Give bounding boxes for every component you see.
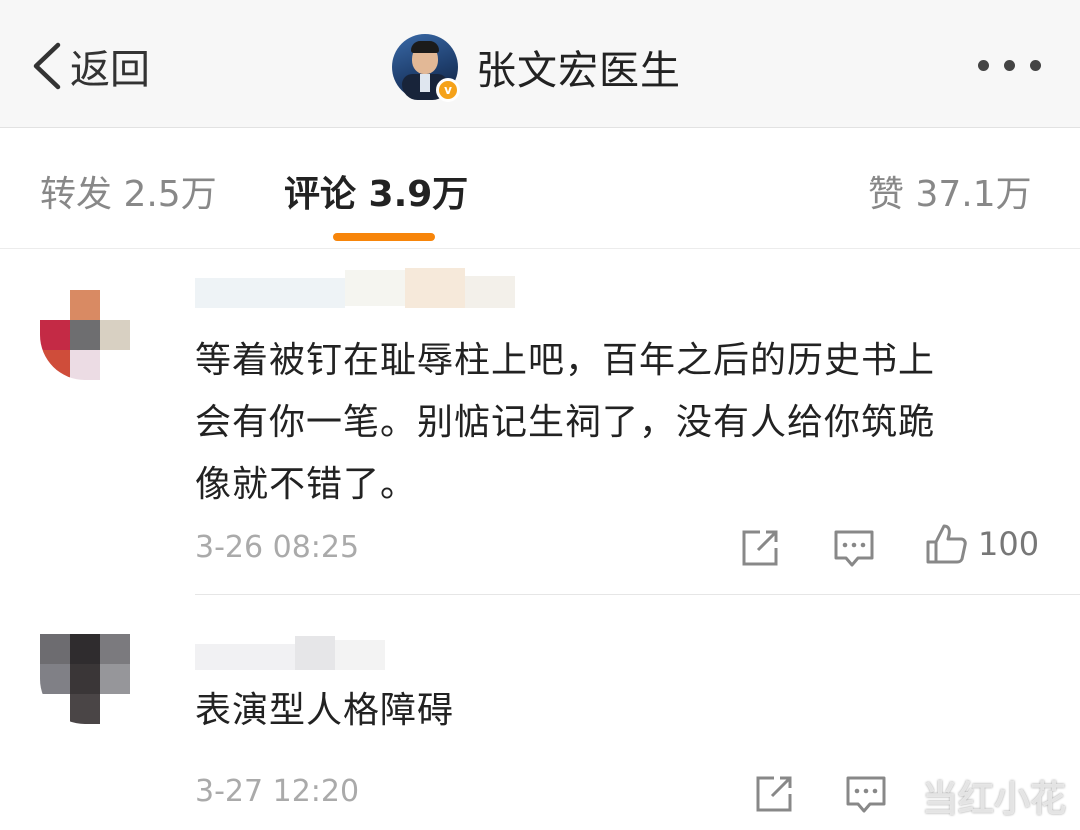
reply-button[interactable] <box>844 772 888 816</box>
thumbs-up-icon <box>926 524 967 564</box>
reply-button[interactable] <box>832 526 876 570</box>
comment-text: 表演型人格障碍 <box>195 680 1055 742</box>
top-nav-bar: 返回 v 张文宏医生 <box>0 0 1080 128</box>
comment-text-line: 等着被钉在耻辱柱上吧，百年之后的历史书上 <box>195 340 936 381</box>
comment-text-line: 像就不错了。 <box>195 464 418 505</box>
avatar[interactable] <box>40 634 130 724</box>
more-options-button[interactable] <box>978 58 1044 74</box>
comment-icon <box>834 530 874 567</box>
watermark-text: 当红小花 <box>922 779 1067 820</box>
avatar-hair-shape <box>411 41 439 53</box>
back-button[interactable]: 返回 <box>30 38 150 94</box>
tab-reposts[interactable]: 转发 2.5万 <box>40 165 217 217</box>
active-tab-indicator <box>333 233 435 241</box>
like-count: 100 <box>978 525 1040 563</box>
more-dots-icon <box>1030 60 1041 71</box>
more-dots-icon <box>1004 60 1015 71</box>
interaction-tabs: 转发 2.5万 评论 3.9万 赞 37.1万 <box>0 129 1080 249</box>
avatar[interactable] <box>40 290 130 380</box>
tab-likes[interactable]: 赞 37.1万 <box>868 165 1032 217</box>
blurred-username[interactable] <box>195 632 525 672</box>
share-icon <box>756 776 792 812</box>
comment-icon <box>846 776 886 813</box>
comment-text-line: 表演型人格障碍 <box>195 690 455 731</box>
comment-text: 等着被钉在耻辱柱上吧，百年之后的历史书上 会有你一笔。别惦记生祠了，没有人给你筑… <box>195 330 1055 516</box>
share-button[interactable] <box>752 772 796 816</box>
tab-comments[interactable]: 评论 3.9万 <box>284 165 468 217</box>
chevron-left-icon <box>33 42 61 90</box>
page-title: 张文宏医生 <box>476 48 681 94</box>
avatar[interactable]: v <box>392 34 460 102</box>
avatar-shirt-shape <box>420 74 430 92</box>
more-dots-icon <box>978 60 989 71</box>
blurred-username[interactable] <box>195 268 525 308</box>
list-item: 表演型人格障碍 3-27 12:20 <box>0 596 1080 830</box>
verified-badge-icon: v <box>436 78 460 102</box>
comment-divider <box>195 594 1080 595</box>
account-header[interactable]: v 张文宏医生 <box>392 32 681 102</box>
comment-timestamp: 3-27 12:20 <box>195 774 360 809</box>
share-button[interactable] <box>738 526 782 570</box>
share-icon <box>742 530 778 566</box>
list-item: 等着被钉在耻辱柱上吧，百年之后的历史书上 会有你一笔。别惦记生祠了，没有人给你筑… <box>0 250 1080 594</box>
comment-text-line: 会有你一笔。别惦记生祠了，没有人给你筑跪 <box>195 402 936 443</box>
comment-timestamp: 3-26 08:25 <box>195 530 360 565</box>
back-label: 返回 <box>70 47 150 93</box>
like-button[interactable]: 100 <box>924 522 1039 566</box>
